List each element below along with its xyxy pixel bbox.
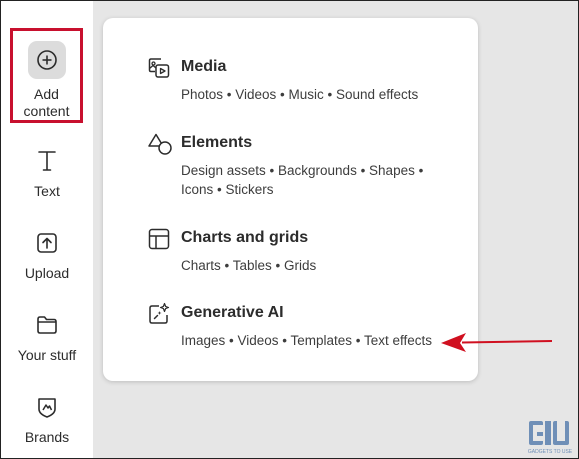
section-title: Charts and grids <box>181 229 309 246</box>
section-title: Generative AI <box>181 304 284 321</box>
elements-icon <box>148 133 172 155</box>
add-content-label: Add content <box>23 86 70 119</box>
section-charts-and-grids[interactable]: Charts and grids Charts • Tables • Grids <box>147 227 467 273</box>
section-subtitle: Photos • Videos • Music • Sound effects <box>181 87 419 102</box>
section-media[interactable]: Media Photos • Videos • Music • Sound ef… <box>147 56 467 102</box>
sidebar-item-text[interactable]: Text <box>1 149 93 200</box>
gadgets-to-use-logo: GADGETS TO USE <box>528 421 573 455</box>
section-subtitle: Images • Videos • Templates • Text effec… <box>181 333 433 348</box>
generative-ai-icon <box>149 302 170 324</box>
add-content-panel: Media Photos • Videos • Music • Sound ef… <box>103 18 478 381</box>
media-icon <box>148 58 170 78</box>
sidebar-item-label: Your stuff <box>17 347 77 363</box>
sidebar-item-your-stuff[interactable]: Your stuff <box>1 313 93 364</box>
section-subtitle: Charts • Tables • Grids <box>181 258 317 273</box>
plus-circle-icon <box>37 50 57 70</box>
svg-text:GADGETS TO USE: GADGETS TO USE <box>528 449 573 455</box>
add-content-button[interactable] <box>28 41 66 79</box>
section-elements[interactable]: Elements Design assets • Backgrounds • S… <box>147 132 467 197</box>
annotation-arrow <box>441 333 553 352</box>
section-generative-ai[interactable]: Generative AI Images • Videos • Template… <box>147 302 467 348</box>
brands-icon <box>38 398 56 418</box>
sidebar-item-brands[interactable]: Brands <box>1 395 93 446</box>
sidebar-item-upload[interactable]: Upload <box>1 231 93 282</box>
section-title: Media <box>181 58 227 75</box>
upload-icon <box>37 233 57 253</box>
grid-icon <box>148 228 170 250</box>
add-content-highlight: Add content <box>10 28 83 123</box>
left-sidebar: Add content Text Upload Your stuff Brand… <box>1 1 93 458</box>
sidebar-item-label: Brands <box>24 429 70 445</box>
text-icon <box>38 151 56 171</box>
sidebar-item-label: Text <box>34 183 60 199</box>
sidebar-item-label: Upload <box>24 265 70 281</box>
section-subtitle: Design assets • Backgrounds • Shapes • I… <box>181 163 424 197</box>
folder-icon <box>37 316 57 334</box>
section-title: Elements <box>181 134 253 151</box>
